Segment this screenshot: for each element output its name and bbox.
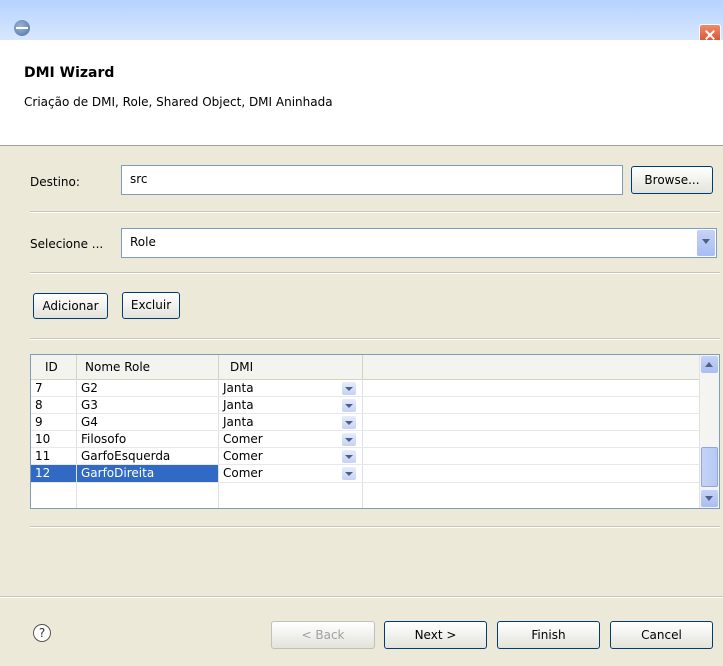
- role-select-value: Role: [130, 235, 156, 249]
- table-row[interactable]: 7 G2 Janta: [31, 380, 701, 397]
- column-header-id[interactable]: ID: [45, 360, 58, 374]
- browse-button[interactable]: Browse...: [631, 166, 713, 194]
- wizard-header: DMI Wizard Criação de DMI, Role, Shared …: [0, 40, 723, 146]
- cell-nome: GarfoEsquerda: [81, 449, 171, 463]
- table-row[interactable]: 8 G3 Janta: [31, 397, 701, 414]
- separator: [30, 338, 720, 340]
- grid-line: [31, 430, 701, 431]
- wizard-window: DMI Wizard Criação de DMI, Role, Shared …: [0, 0, 723, 666]
- cell-id: 9: [35, 415, 43, 429]
- chevron-down-icon[interactable]: [697, 230, 715, 256]
- separator: [30, 272, 720, 274]
- column-header-dmi[interactable]: DMI: [230, 360, 253, 374]
- scroll-up-icon[interactable]: [701, 356, 718, 373]
- adicionar-button[interactable]: Adicionar: [33, 293, 108, 319]
- cell-id: 10: [35, 432, 51, 446]
- separator: [30, 526, 720, 528]
- chevron-down-icon[interactable]: [342, 382, 356, 395]
- cell-nome: Filosofo: [81, 432, 127, 446]
- destino-label: Destino:: [30, 175, 80, 189]
- finish-button[interactable]: Finish: [497, 621, 600, 649]
- excluir-button[interactable]: Excluir: [122, 292, 180, 319]
- separator: [30, 211, 720, 213]
- title-bar[interactable]: [0, 0, 723, 46]
- chevron-down-icon[interactable]: [342, 467, 356, 480]
- cell-dmi: Comer: [223, 449, 263, 463]
- separator: [0, 596, 723, 598]
- table-row[interactable]: 10 Filosofo Comer: [31, 431, 701, 448]
- selecione-label: Selecione ...: [30, 237, 104, 251]
- roles-table[interactable]: ID Nome Role DMI 7 G2 Janta 8 G3 Janta 9…: [30, 354, 720, 509]
- page-description: Criação de DMI, Role, Shared Object, DMI…: [24, 95, 333, 109]
- cell-nome: GarfoDireita: [77, 465, 218, 482]
- next-button[interactable]: Next >: [384, 621, 487, 649]
- cell-id: 7: [35, 381, 43, 395]
- scrollbar-thumb[interactable]: [701, 447, 718, 487]
- chevron-down-icon[interactable]: [342, 450, 356, 463]
- cell-dmi: Comer: [223, 432, 263, 446]
- scroll-down-icon[interactable]: [701, 490, 718, 507]
- grid-line: [31, 396, 701, 397]
- column-divider[interactable]: [218, 355, 219, 379]
- cell-id: 12: [31, 465, 76, 482]
- table-header: ID Nome Role DMI: [31, 355, 701, 380]
- vertical-scrollbar[interactable]: [699, 355, 719, 508]
- table-row[interactable]: 11 GarfoEsquerda Comer: [31, 448, 701, 465]
- chevron-down-icon[interactable]: [342, 416, 356, 429]
- page-title: DMI Wizard: [24, 65, 115, 81]
- cell-dmi: Comer: [223, 466, 263, 480]
- column-header-nome[interactable]: Nome Role: [85, 360, 150, 374]
- column-divider[interactable]: [362, 355, 363, 379]
- cell-nome: G4: [81, 415, 98, 429]
- table-row[interactable]: 9 G4 Janta: [31, 414, 701, 431]
- help-icon[interactable]: ?: [33, 624, 51, 642]
- destino-field[interactable]: src: [121, 165, 623, 195]
- role-select[interactable]: Role: [121, 228, 717, 258]
- cell-id: 8: [35, 398, 43, 412]
- grid-line: [31, 464, 701, 465]
- grid-line: [31, 482, 701, 483]
- wizard-content: Destino: src Browse... Selecione ... Rol…: [0, 146, 723, 666]
- grid-line: [31, 413, 701, 414]
- app-icon: [14, 20, 30, 36]
- table-row-selected[interactable]: 12 GarfoDireita Comer: [31, 465, 701, 482]
- cancel-button[interactable]: Cancel: [610, 621, 713, 649]
- column-divider[interactable]: [76, 355, 77, 379]
- cell-nome: G2: [81, 381, 98, 395]
- chevron-down-icon[interactable]: [342, 433, 356, 446]
- cell-dmi: Janta: [223, 415, 254, 429]
- back-button[interactable]: < Back: [271, 621, 375, 649]
- cell-dmi: Janta: [223, 381, 254, 395]
- cell-id: 11: [35, 449, 51, 463]
- chevron-down-icon[interactable]: [342, 399, 356, 412]
- grid-line: [31, 447, 701, 448]
- cell-dmi: Janta: [223, 398, 254, 412]
- cell-nome: G3: [81, 398, 98, 412]
